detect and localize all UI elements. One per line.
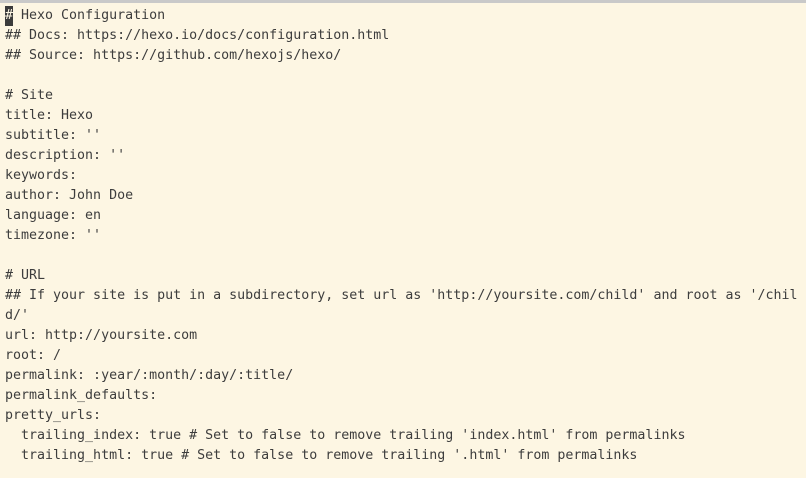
code-line[interactable]: root: / xyxy=(5,346,806,366)
code-line[interactable]: timezone: '' xyxy=(5,226,806,246)
text-editor-area[interactable]: # Hexo Configuration ## Docs: https://he… xyxy=(0,6,806,478)
code-line[interactable]: ## If your site is put in a subdirectory… xyxy=(5,286,806,306)
code-line[interactable]: permalink: :year/:month/:day/:title/ xyxy=(5,366,806,386)
code-line[interactable]: d/' xyxy=(5,306,806,326)
code-line[interactable]: title: Hexo xyxy=(5,106,806,126)
code-line[interactable]: subtitle: '' xyxy=(5,126,806,146)
code-line[interactable]: pretty_urls: xyxy=(5,406,806,426)
code-line[interactable]: language: en xyxy=(5,206,806,226)
code-line[interactable]: ## Docs: https://hexo.io/docs/configurat… xyxy=(5,26,806,46)
code-line[interactable] xyxy=(5,246,806,266)
code-line[interactable]: # Hexo Configuration xyxy=(5,6,806,26)
code-line-text: Hexo Configuration xyxy=(13,8,166,23)
code-line[interactable]: permalink_defaults: xyxy=(5,386,806,406)
code-line[interactable]: trailing_html: true # Set to false to re… xyxy=(5,446,806,466)
code-line[interactable] xyxy=(5,66,806,86)
code-line[interactable]: url: http://yoursite.com xyxy=(5,326,806,346)
code-line[interactable]: keywords: xyxy=(5,166,806,186)
code-line[interactable]: # URL xyxy=(5,266,806,286)
code-line[interactable]: ## Source: https://github.com/hexojs/hex… xyxy=(5,46,806,66)
text-cursor: # xyxy=(5,6,14,26)
code-line[interactable]: author: John Doe xyxy=(5,186,806,206)
code-line[interactable]: description: '' xyxy=(5,146,806,166)
code-line[interactable]: # Site xyxy=(5,86,806,106)
code-line[interactable]: trailing_index: true # Set to false to r… xyxy=(5,426,806,446)
editor-window: # Hexo Configuration ## Docs: https://he… xyxy=(0,0,806,478)
